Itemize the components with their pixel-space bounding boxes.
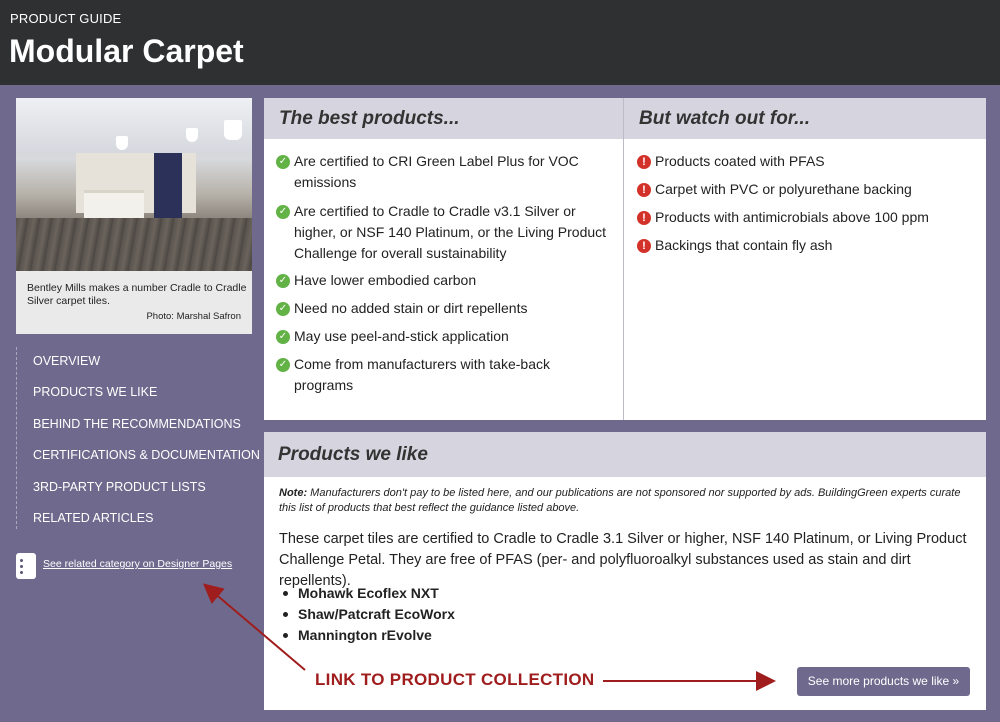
- photo-card: Bentley Mills makes a number Cradle to C…: [16, 98, 252, 334]
- nav-item-overview[interactable]: OVERVIEW: [33, 354, 100, 368]
- photo-caption: Bentley Mills makes a number Cradle to C…: [27, 282, 247, 307]
- section-nav: OVERVIEW PRODUCTS WE LIKE BEHIND THE REC…: [16, 347, 260, 529]
- sponsorship-note: Note: Manufacturers don't pay to be list…: [279, 486, 974, 516]
- carpet-photo: [16, 98, 252, 271]
- product-item: Mannington rEvolve: [283, 627, 432, 643]
- nav-item-3rd-party-lists[interactable]: 3RD-PARTY PRODUCT LISTS: [33, 480, 206, 494]
- column-divider: [623, 98, 624, 420]
- products-we-like-panel: Products we like Note: Manufacturers don…: [264, 432, 986, 710]
- exclamation-circle-icon: !: [637, 239, 651, 253]
- see-more-products-button[interactable]: See more products we like »: [797, 667, 970, 696]
- designer-pages-icon: [16, 553, 36, 579]
- product-item: Shaw/Patcraft EcoWorx: [283, 606, 455, 622]
- designer-pages-link-text[interactable]: See related category on Designer Pages: [43, 558, 232, 570]
- guidance-panel: The best products... But watch out for..…: [264, 98, 986, 420]
- best-products-heading: The best products...: [264, 98, 623, 139]
- watch-out-heading: But watch out for...: [624, 98, 986, 139]
- exclamation-circle-icon: !: [637, 183, 651, 197]
- note-label: Note:: [279, 487, 308, 499]
- check-circle-icon: ✓: [276, 358, 290, 372]
- nav-item-products-we-like[interactable]: PRODUCTS WE LIKE: [33, 385, 157, 399]
- page-header: PRODUCT GUIDE Modular Carpet: [0, 0, 1000, 85]
- page-title: Modular Carpet: [9, 33, 244, 69]
- nav-item-certifications[interactable]: CERTIFICATIONS & DOCUMENTATION: [33, 448, 260, 462]
- designer-pages-link[interactable]: See related category on Designer Pages: [16, 553, 256, 579]
- check-circle-icon: ✓: [276, 155, 290, 169]
- best-item: Have lower embodied carbon: [294, 272, 477, 288]
- products-description: These carpet tiles are certified to Crad…: [279, 531, 967, 589]
- exclamation-circle-icon: !: [637, 155, 651, 169]
- best-item: Come from manufacturers with take-back p…: [294, 356, 550, 393]
- product-item: Mohawk Ecoflex NXT: [283, 585, 439, 601]
- check-circle-icon: ✓: [276, 205, 290, 219]
- best-item: Are certified to CRI Green Label Plus fo…: [294, 153, 579, 190]
- exclamation-circle-icon: !: [637, 211, 651, 225]
- best-item: May use peel-and-stick application: [294, 328, 509, 344]
- best-item: Are certified to Cradle to Cradle v3.1 S…: [294, 203, 607, 261]
- check-circle-icon: ✓: [276, 302, 290, 316]
- header-kicker: PRODUCT GUIDE: [10, 11, 122, 26]
- annotation-label: LINK TO PRODUCT COLLECTION: [315, 670, 595, 689]
- nav-item-related-articles[interactable]: RELATED ARTICLES: [33, 511, 153, 525]
- check-circle-icon: ✓: [276, 330, 290, 344]
- watch-item: Products coated with PFAS: [655, 153, 825, 169]
- best-item: Need no added stain or dirt repellents: [294, 300, 528, 316]
- watch-item: Backings that contain fly ash: [655, 237, 833, 253]
- nav-item-behind-the-recommendations[interactable]: BEHIND THE RECOMMENDATIONS: [33, 417, 241, 431]
- photo-credit: Photo: Marshal Safron: [146, 311, 241, 322]
- watch-item: Carpet with PVC or polyurethane backing: [655, 181, 912, 197]
- check-circle-icon: ✓: [276, 274, 290, 288]
- watch-item: Products with antimicrobials above 100 p…: [655, 209, 929, 225]
- products-we-like-heading: Products we like: [264, 432, 986, 477]
- note-text: Manufacturers don't pay to be listed her…: [279, 487, 961, 514]
